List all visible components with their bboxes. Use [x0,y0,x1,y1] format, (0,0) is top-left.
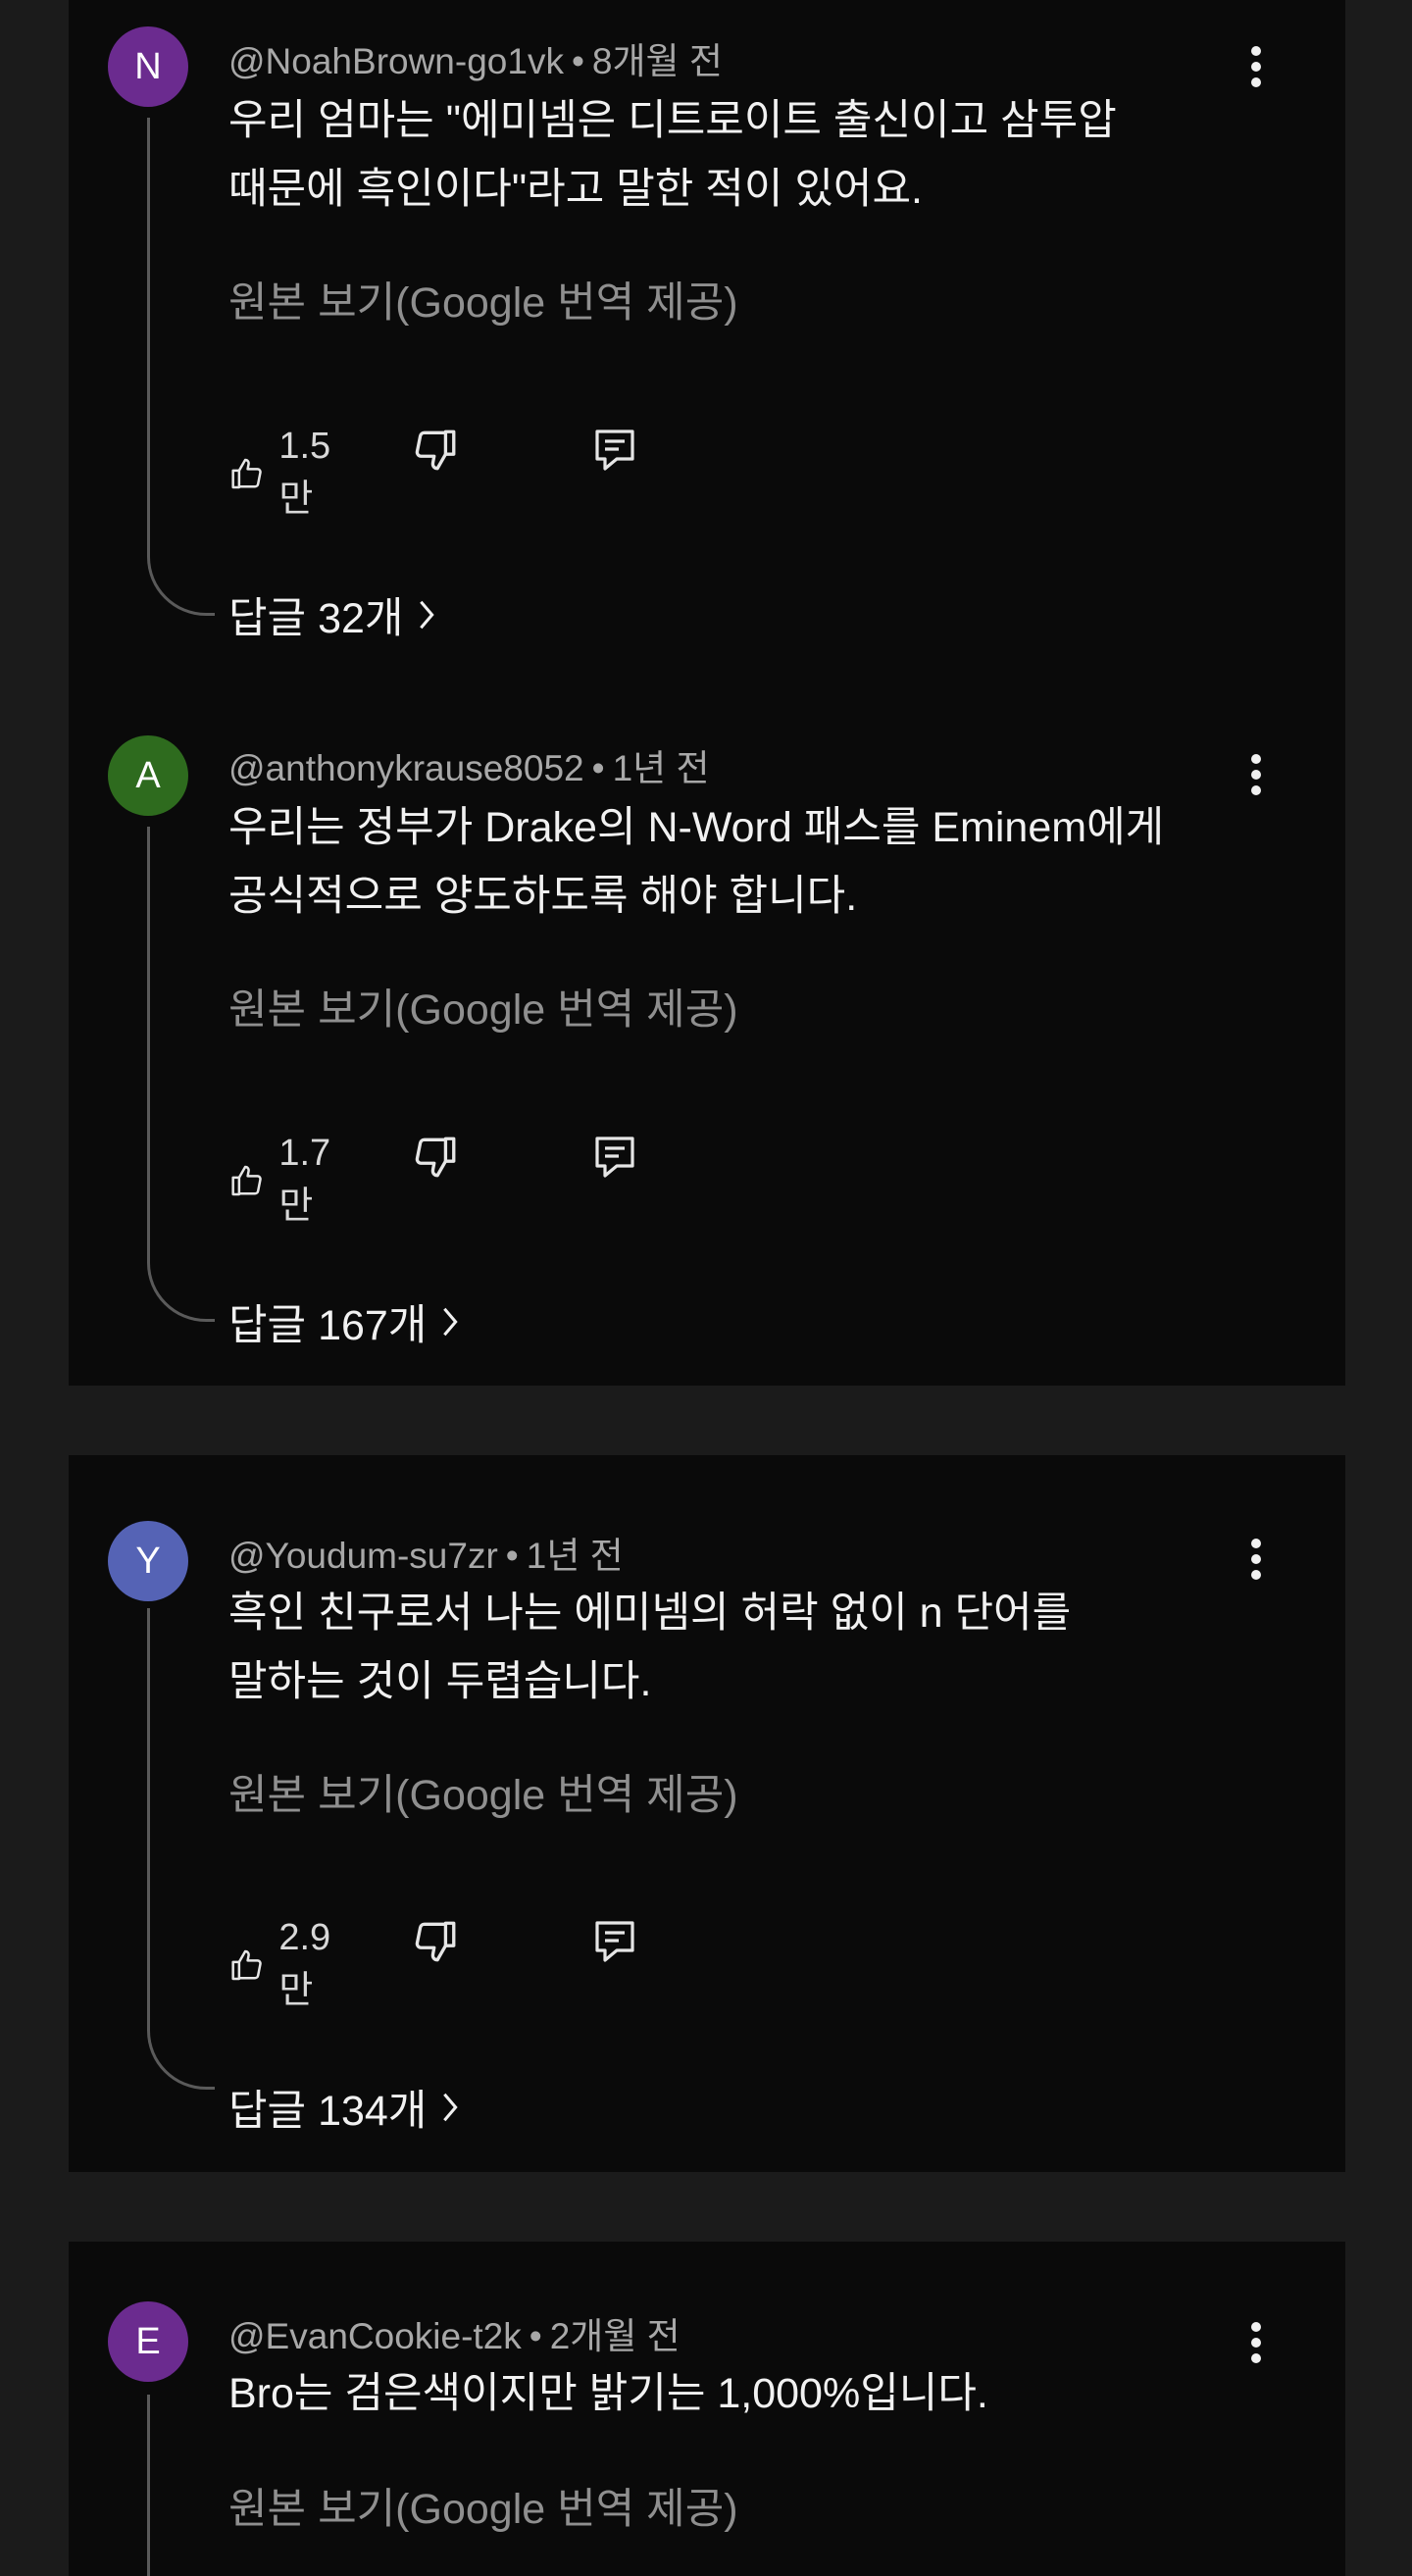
meta-separator: • [591,748,605,788]
like-count: 1.5만 [278,426,331,520]
comment-time: 2개월 전 [549,2316,681,2356]
thumbs-up-icon [231,1165,262,1196]
comment-text-line: 흑인 친구로서 나는 에미넴의 허락 없이 n 단어를 [228,1590,1072,1637]
comment-author[interactable]: @anthonykrause8052 [228,748,584,788]
comment-text-line: 우리 엄마는 "에미넴은 디트로이트 출신이고 삼투압 [228,97,1117,144]
replies-count: 답글 134개 [228,2088,428,2135]
thumbs-up-icon [231,1949,262,1981]
comment-card: N @NoahBrown-go1vk • 8개월 전 우리 엄마는 "에미넴은 디트… [69,0,1345,1386]
thumbs-down-icon [415,1921,456,1962]
comment-card: Y @Youdum-su7zr • 1년 전 흑인 친구로서 나는 에미넴의 허락 … [69,1455,1345,2172]
like-button[interactable]: 1.5만 [228,426,343,522]
replies-count: 답글 32개 [228,595,404,642]
meta-separator: • [529,2316,542,2356]
comment-text: 흑인 친구로서 나는 에미넴의 허락 없이 n 단어를 말하는 것이 두렵습니다… [228,1579,1258,1716]
dislike-button[interactable] [411,1133,460,1182]
chevron-right-icon [443,1307,459,1337]
comment-text: 우리 엄마는 "에미넴은 디트로이트 출신이고 삼투압 때문에 흑인이다"라고 … [228,86,1258,224]
comment-text-line: 때문에 흑인이다"라고 말한 적이 있어요. [228,166,923,213]
comment-thread: N @NoahBrown-go1vk • 8개월 전 우리 엄마는 "에미넴은 디트… [69,0,1345,706]
thumbs-down-icon [415,429,456,471]
meta-separator: • [505,1536,519,1576]
comment-meta: @anthonykrause8052 • 1년 전 [228,738,710,791]
comment-text-line: Bro는 검은색이지만 밝기는 1,000%입니다. [228,2370,988,2417]
dislike-button[interactable] [411,426,460,475]
reply-thread-line [147,2395,150,2576]
comment-icon [595,1136,634,1178]
dislike-button[interactable] [411,1917,460,1966]
like-count: 1.7만 [278,1133,331,1227]
comment-card: E @EvanCookie-t2k • 2개월 전 Bro는 검은색이지만 밝기는 … [69,2242,1345,2576]
comment-author[interactable]: @Youdum-su7zr [228,1536,498,1576]
reply-button[interactable] [591,1133,638,1184]
comment-thread: Y @Youdum-su7zr • 1년 전 흑인 친구로서 나는 에미넴의 허락 … [69,1455,1345,2161]
comment-meta: @Youdum-su7zr • 1년 전 [228,1526,624,1579]
reply-button[interactable] [591,1917,638,1968]
comment-text-line: 공식적으로 양도하도록 해야 합니다. [228,873,858,920]
avatar[interactable]: A [108,735,188,816]
view-original-link[interactable]: 원본 보기(Google 번역 제공) [228,269,738,329]
comment-icon [595,1921,634,1962]
comment-thread: A @anthonykrause8052 • 1년 전 우리는 정부가 Drake의… [69,709,1345,1415]
comment-text: Bro는 검은색이지만 밝기는 1,000%입니다. [228,2359,1258,2428]
chevron-right-icon [443,2093,459,2122]
comment-time: 1년 전 [612,748,710,788]
comment-meta: @NoahBrown-go1vk • 8개월 전 [228,31,723,84]
like-count: 2.9만 [278,1917,331,2011]
like-button[interactable]: 1.7만 [228,1133,343,1229]
view-replies-button[interactable]: 답글 134개 [228,2077,460,2138]
reply-button[interactable] [591,426,638,477]
replies-count: 답글 167개 [228,1302,428,1349]
comment-time: 8개월 전 [591,41,723,81]
like-button[interactable]: 2.9만 [228,1917,343,2013]
chevron-right-icon [420,600,435,630]
avatar[interactable]: N [108,26,188,107]
view-replies-button[interactable]: 답글 32개 [228,584,436,645]
reply-thread-line [147,118,215,616]
comment-time: 1년 전 [526,1536,624,1576]
avatar[interactable]: E [108,2301,188,2382]
meta-separator: • [571,41,584,81]
comment-author[interactable]: @NoahBrown-go1vk [228,41,564,81]
view-original-link[interactable]: 원본 보기(Google 번역 제공) [228,976,738,1036]
comment-meta: @EvanCookie-t2k • 2개월 전 [228,2306,681,2359]
thumbs-up-icon [231,458,262,489]
avatar[interactable]: Y [108,1521,188,1601]
reply-thread-line [147,1608,215,2090]
comment-text-line: 우리는 정부가 Drake의 N-Word 패스를 Eminem에게 [228,804,1165,851]
thumbs-down-icon [415,1136,456,1178]
comment-icon [595,429,634,471]
view-original-link[interactable]: 원본 보기(Google 번역 제공) [228,2475,738,2536]
comment-text: 우리는 정부가 Drake의 N-Word 패스를 Eminem에게 공식적으로… [228,793,1258,931]
comment-author[interactable]: @EvanCookie-t2k [228,2316,522,2356]
comment-thread: E @EvanCookie-t2k • 2개월 전 Bro는 검은색이지만 밝기는 … [69,2242,1345,2576]
reply-thread-line [147,827,215,1322]
comment-text-line: 말하는 것이 두렵습니다. [228,1658,652,1705]
view-replies-button[interactable]: 답글 167개 [228,1291,460,1352]
view-original-link[interactable]: 원본 보기(Google 번역 제공) [228,1761,738,1822]
